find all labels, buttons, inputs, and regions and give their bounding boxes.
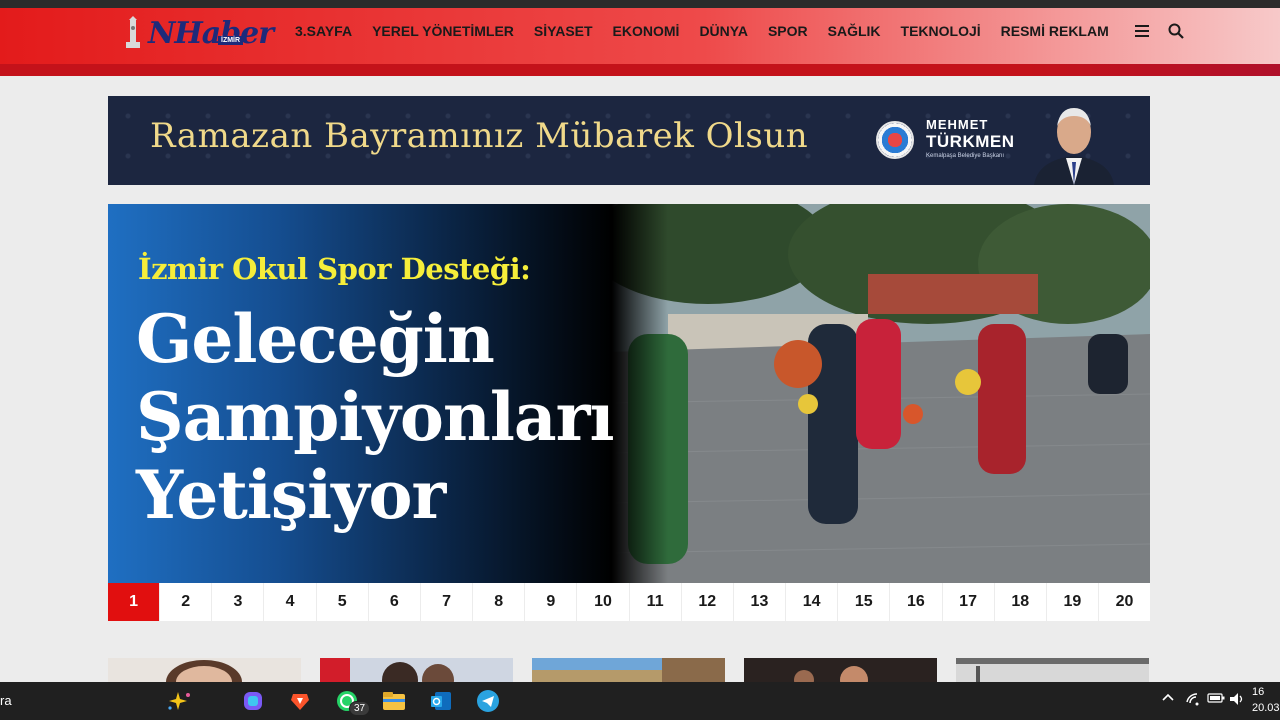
news-thumbnail[interactable]	[532, 658, 725, 682]
mayor-first-name: MEHMET	[926, 117, 989, 132]
menu-icon[interactable]	[1131, 21, 1153, 41]
copilot-icon[interactable]	[240, 688, 266, 714]
slide-headline[interactable]: Geleceğin Şampiyonları Yetişiyor	[136, 300, 696, 534]
news-thumbnail[interactable]	[956, 658, 1149, 682]
wifi-icon[interactable]	[1185, 692, 1201, 709]
page-16-button[interactable]: 16	[890, 583, 943, 621]
banner-ad[interactable]: Ramazan Bayramınız Mübarek Olsun MEHMET …	[108, 96, 1150, 185]
mayor-title: Kemalpaşa Belediye Başkanı	[926, 153, 1005, 159]
news-thumbnail[interactable]	[744, 658, 937, 682]
whatsapp-unread-badge: 37	[349, 701, 371, 716]
logo-text: NHaber	[148, 16, 274, 51]
page-4-button[interactable]: 4	[264, 583, 317, 621]
clock-date: 20.03	[1252, 702, 1280, 714]
page-13-button[interactable]: 13	[734, 583, 787, 621]
battery-icon[interactable]	[1207, 692, 1225, 707]
page-5-button[interactable]: 5	[317, 583, 369, 621]
search-icon[interactable]	[1165, 21, 1187, 41]
nav-item-3-sayfa[interactable]: 3.SAYFA	[295, 23, 352, 39]
nav-item-teknoloji[interactable]: TEKNOLOJİ	[901, 23, 981, 39]
page-12-button[interactable]: 12	[682, 583, 734, 621]
nav-item-yerel-yonetimler[interactable]: YEREL YÖNETİMLER	[372, 23, 514, 39]
file-explorer-icon[interactable]	[381, 688, 407, 714]
page-11-button[interactable]: 11	[630, 583, 682, 621]
page-6-button[interactable]: 6	[369, 583, 421, 621]
nav-item-dunya[interactable]: DÜNYA	[699, 23, 748, 39]
page-18-button[interactable]: 18	[995, 583, 1047, 621]
municipality-seal-icon	[876, 121, 914, 159]
nav-item-ekonomi[interactable]: EKONOMİ	[613, 23, 680, 39]
site-logo[interactable]: NHaber İZMİR	[120, 16, 274, 54]
clock-tower-icon	[126, 16, 140, 48]
headline-slider[interactable]: İzmir Okul Spor Desteği: Geleceğin Şampi…	[108, 204, 1150, 583]
news-thumbnail[interactable]	[320, 658, 513, 682]
page-3-button[interactable]: 3	[212, 583, 265, 621]
main-nav: 3.SAYFA YEREL YÖNETİMLER SİYASET EKONOMİ…	[285, 21, 1187, 41]
system-clock[interactable]: 16 20.03	[1252, 684, 1280, 716]
news-thumbnails-row	[108, 658, 1150, 682]
page-14-button[interactable]: 14	[786, 583, 839, 621]
brave-icon[interactable]	[287, 688, 313, 714]
telegram-icon[interactable]	[475, 688, 501, 714]
headline-line-3: Yetişiyor	[136, 456, 446, 534]
outlook-icon[interactable]	[428, 688, 454, 714]
copilot-sparkle-icon[interactable]	[166, 688, 192, 714]
clock-time: 16	[1252, 686, 1265, 698]
volume-icon[interactable]	[1229, 692, 1245, 709]
page-20-button[interactable]: 20	[1099, 583, 1150, 621]
page-19-button[interactable]: 19	[1047, 583, 1099, 621]
chevron-up-icon[interactable]	[1161, 692, 1175, 705]
site-header: NHaber İZMİR 3.SAYFA YEREL YÖNETİMLER Sİ…	[0, 8, 1280, 66]
page-2-button[interactable]: 2	[160, 583, 213, 621]
nav-item-siyaset[interactable]: SİYASET	[534, 23, 593, 39]
news-thumbnail[interactable]	[108, 658, 301, 682]
page-10-button[interactable]: 10	[577, 583, 630, 621]
banner-mayor-name: MEHMET TÜRKMEN Kemalpaşa Belediye Başkan…	[926, 118, 1015, 159]
taskbar-left-text: ra	[0, 693, 12, 708]
mayor-portrait-image	[1034, 108, 1114, 185]
page-8-button[interactable]: 8	[473, 583, 526, 621]
top-strip	[0, 0, 1280, 8]
logo-tag: İZMİR	[218, 36, 244, 45]
page-15-button[interactable]: 15	[838, 583, 891, 621]
banner-text: Ramazan Bayramınız Mübarek Olsun	[150, 116, 809, 156]
page-1-button[interactable]: 1	[108, 583, 161, 621]
nav-item-spor[interactable]: SPOR	[768, 23, 808, 39]
slide-kicker: İzmir Okul Spor Desteği:	[138, 252, 531, 286]
headline-line-2: Şampiyonları	[136, 378, 615, 456]
nav-item-saglik[interactable]: SAĞLIK	[828, 23, 881, 39]
page-7-button[interactable]: 7	[421, 583, 474, 621]
page-9-button[interactable]: 9	[525, 583, 578, 621]
nav-item-resmi-reklam[interactable]: RESMİ REKLAM	[1001, 23, 1109, 39]
page-17-button[interactable]: 17	[943, 583, 995, 621]
windows-taskbar: ra	[0, 682, 1280, 720]
mayor-last-name: TÜRKMEN	[926, 132, 1015, 151]
headline-line-1: Geleceğin	[136, 300, 495, 378]
slider-pagination: 1 2 3 4 5 6 7 8 9 10 11 12 13 14 15 16 1…	[108, 583, 1150, 621]
header-bottom-bar	[0, 64, 1280, 76]
